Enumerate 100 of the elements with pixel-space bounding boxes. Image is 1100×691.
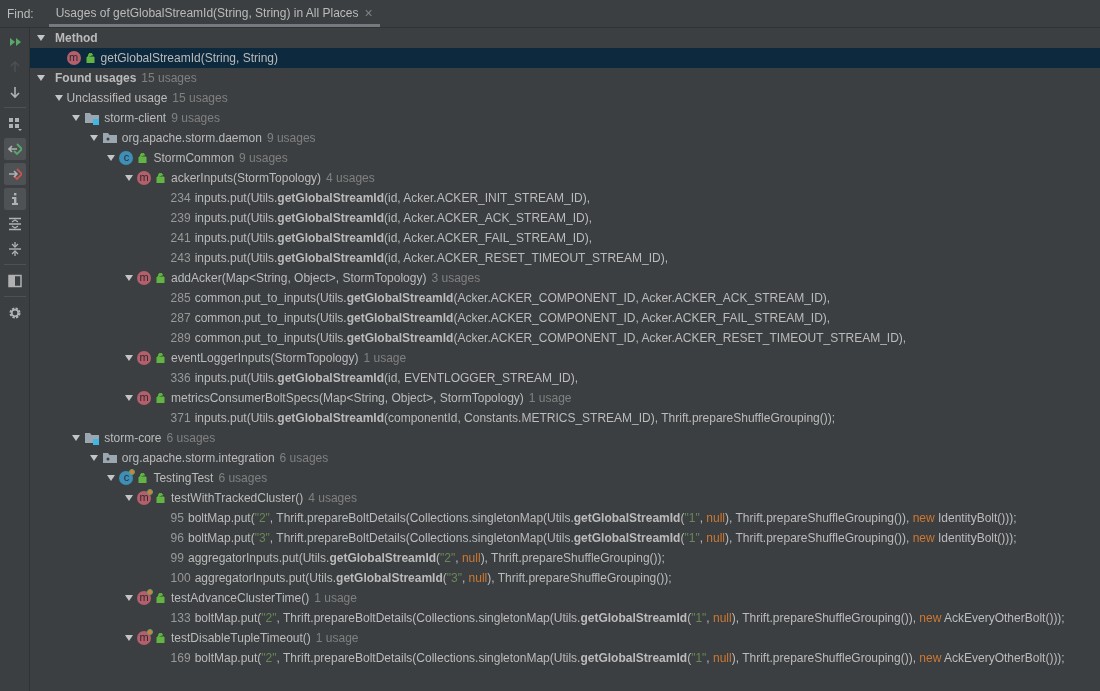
expand-arrow-icon[interactable]: [124, 273, 134, 283]
lock-icon: [156, 593, 165, 603]
lock-icon: [156, 493, 165, 503]
expand-arrow-icon[interactable]: [71, 433, 82, 443]
line-number: 371: [170, 410, 191, 427]
expand-arrow-icon[interactable]: [124, 633, 134, 643]
line-number: 287: [170, 310, 191, 327]
code-line[interactable]: boltMap.put("2", Thrift.prepareBoltDetails(Collections.singletonMap(Utils.getGlobalStreamId("1", null), Thrift.prepareShuffleGrouping()), new IdentityBolt()));: [187, 509, 1017, 527]
expand-arrow-icon[interactable]: [53, 93, 64, 103]
expand-arrow-icon[interactable]: [124, 593, 134, 603]
selected-row-highlight[interactable]: m getGlobalStreamId(String, String): [30, 48, 1100, 68]
package-folder-icon: [101, 130, 118, 146]
usage-count: 6 usages: [166, 430, 216, 447]
line-number: 289: [170, 330, 191, 347]
lock-icon: [156, 173, 165, 183]
line-number: 99: [170, 550, 184, 567]
arrow-icon: [7, 141, 22, 156]
tree-item-label[interactable]: getGlobalStreamId(String, String): [100, 49, 278, 67]
section-heading[interactable]: Method: [55, 29, 98, 47]
code-line[interactable]: boltMap.put("2", Thrift.prepareBoltDetails(Collections.singletonMap(Utils.getGlobalStreamId("1", null), Thrift.prepareShuffleGrouping()), new AckEveryOtherBolt()));: [194, 609, 1065, 627]
expand-arrow-icon[interactable]: [106, 473, 117, 483]
line-number: 133: [170, 610, 191, 627]
code-line[interactable]: inputs.put(Utils.getGlobalStreamId(id, Acker.ACKER_INIT_STREAM_ID),: [194, 189, 591, 207]
usage-count: 1 usage: [363, 350, 407, 367]
usage-count: 15 usages: [141, 70, 197, 87]
expand-arrow-icon[interactable]: [124, 493, 134, 503]
line-number: 241: [170, 230, 191, 247]
code-line[interactable]: boltMap.put("3", Thrift.prepareBoltDetails(Collections.singletonMap(Utils.getGlobalStreamId("1", null), Thrift.prepareShuffleGrouping()), new IdentityBolt()));: [187, 529, 1017, 547]
collapse-all-icon: [7, 241, 22, 256]
expand-arrow-icon[interactable]: [36, 73, 46, 83]
line-number: 96: [170, 530, 184, 547]
code-line[interactable]: common.put_to_inputs(Utils.getGlobalStreamId(Acker.ACKER_COMPONENT_ID, Acker.ACKER_RESET_TIMEOUT_STREAM_ID),: [194, 329, 907, 347]
lock-icon: [156, 633, 165, 643]
usage-count: 3 usages: [431, 270, 481, 287]
method-badge-icon: m: [66, 51, 81, 65]
tree-item-label[interactable]: org.apache.storm.integration: [121, 449, 275, 467]
module-folder-icon: [84, 430, 101, 446]
tree-item-label[interactable]: testAdvanceClusterTime(): [171, 589, 310, 607]
method-badge-icon: m: [137, 271, 151, 285]
method-badge-icon: m: [137, 491, 151, 505]
grid-icon: [7, 116, 22, 131]
expand-arrow-icon[interactable]: [88, 453, 99, 463]
method-badge-icon: m: [137, 171, 151, 185]
line-number: 243: [170, 250, 191, 267]
arrow-button[interactable]: [3, 137, 26, 160]
lock-icon: [138, 153, 148, 163]
code-line[interactable]: aggregatorInputs.put(Utils.getGlobalStreamId("3", null), Thrift.prepareShuffleGrouping());: [194, 569, 672, 587]
expand-arrow-icon[interactable]: [71, 113, 82, 123]
line-number: 285: [170, 290, 191, 307]
lock-icon: [156, 273, 165, 283]
down-arrow-icon: [7, 84, 22, 99]
class-badge-icon: c: [119, 151, 134, 165]
tree-item-label[interactable]: StormCommon: [153, 149, 235, 167]
usage-count: 6 usages: [218, 470, 268, 487]
code-line[interactable]: aggregatorInputs.put(Utils.getGlobalStreamId("2", null), Thrift.prepareShuffleGrouping());: [187, 549, 665, 567]
code-line[interactable]: inputs.put(Utils.getGlobalStreamId(id, Acker.ACKER_ACK_STREAM_ID),: [194, 209, 593, 227]
code-line[interactable]: inputs.put(Utils.getGlobalStreamId(id, EVENTLOGGER_STREAM_ID),: [194, 369, 579, 387]
tree-item-label[interactable]: testWithTrackedCluster(): [171, 489, 304, 507]
tree-item-label[interactable]: TestingTest: [153, 469, 214, 487]
diamond-arrow-icon: [7, 166, 22, 181]
tree-item-label[interactable]: storm-client: [104, 109, 167, 127]
line-number: 234: [170, 190, 191, 207]
expand-arrow-icon[interactable]: [124, 393, 134, 403]
expand-arrow-icon[interactable]: [106, 153, 117, 163]
method-badge-icon: m: [137, 591, 151, 605]
method-badge-icon: m: [137, 631, 151, 645]
line-number: 95: [170, 510, 184, 527]
usage-count: 1 usage: [528, 390, 572, 407]
code-line[interactable]: inputs.put(Utils.getGlobalStreamId(componentId, Constants.METRICS_STREAM_ID), Thrift.prepareShuffleGrouping());: [194, 409, 836, 427]
code-line[interactable]: common.put_to_inputs(Utils.getGlobalStreamId(Acker.ACKER_COMPONENT_ID, Acker.ACKER_FAIL_STREAM_ID),: [194, 309, 831, 327]
code-line[interactable]: inputs.put(Utils.getGlobalStreamId(id, Acker.ACKER_FAIL_STREAM_ID),: [194, 229, 593, 247]
usage-count: 1 usage: [315, 630, 359, 647]
tree-item-label[interactable]: eventLoggerInputs(StormTopology): [171, 349, 359, 367]
tree-item-label[interactable]: org.apache.storm.daemon: [121, 129, 262, 147]
expand-arrow-icon[interactable]: [88, 133, 99, 143]
expand-arrow-icon[interactable]: [124, 173, 134, 183]
method-badge-icon: m: [137, 391, 151, 405]
tree-item-label[interactable]: testDisableTupleTimeout(): [171, 629, 311, 647]
find-label: Find:: [6, 5, 35, 23]
tree-item-label[interactable]: storm-core: [104, 429, 162, 447]
expand-all-icon: [7, 216, 22, 231]
expand-arrow-icon[interactable]: [124, 353, 134, 363]
info-button[interactable]: [3, 187, 26, 210]
diamond-arrow-button[interactable]: [3, 162, 26, 185]
usage-count: 1 usage: [314, 590, 357, 607]
code-line[interactable]: boltMap.put("2", Thrift.prepareBoltDetails(Collections.singletonMap(Utils.getGlobalStreamId("1", null), Thrift.prepareShuffleGrouping()), new AckEveryOtherBolt()));: [194, 649, 1065, 667]
line-number: 336: [170, 370, 191, 387]
code-line[interactable]: inputs.put(Utils.getGlobalStreamId(id, Acker.ACKER_RESET_TIMEOUT_STREAM_ID),: [194, 249, 669, 267]
tree-item-label[interactable]: addAcker(Map<String, Object>, StormTopology): [171, 269, 427, 287]
code-line[interactable]: common.put_to_inputs(Utils.getGlobalStreamId(Acker.ACKER_COMPONENT_ID, Acker.ACKER_ACK_STREAM_ID),: [194, 289, 831, 307]
lock-icon: [156, 353, 165, 363]
tree-item-label[interactable]: Unclassified usage: [66, 89, 168, 107]
line-number: 239: [170, 210, 191, 227]
section-heading[interactable]: Found usages: [55, 69, 137, 87]
tree-item-label[interactable]: metricsConsumerBoltSpecs(Map<String, Object>, StormTopology): [171, 389, 524, 407]
preview-pane-icon: [7, 273, 22, 288]
method-badge-icon: m: [137, 351, 151, 365]
expand-arrow-icon[interactable]: [36, 33, 46, 43]
tree-item-label[interactable]: ackerInputs(StormTopology): [171, 169, 322, 187]
results-tab[interactable]: Usages of getGlobalStreamId(String, String) in All Places ×: [48, 0, 380, 27]
